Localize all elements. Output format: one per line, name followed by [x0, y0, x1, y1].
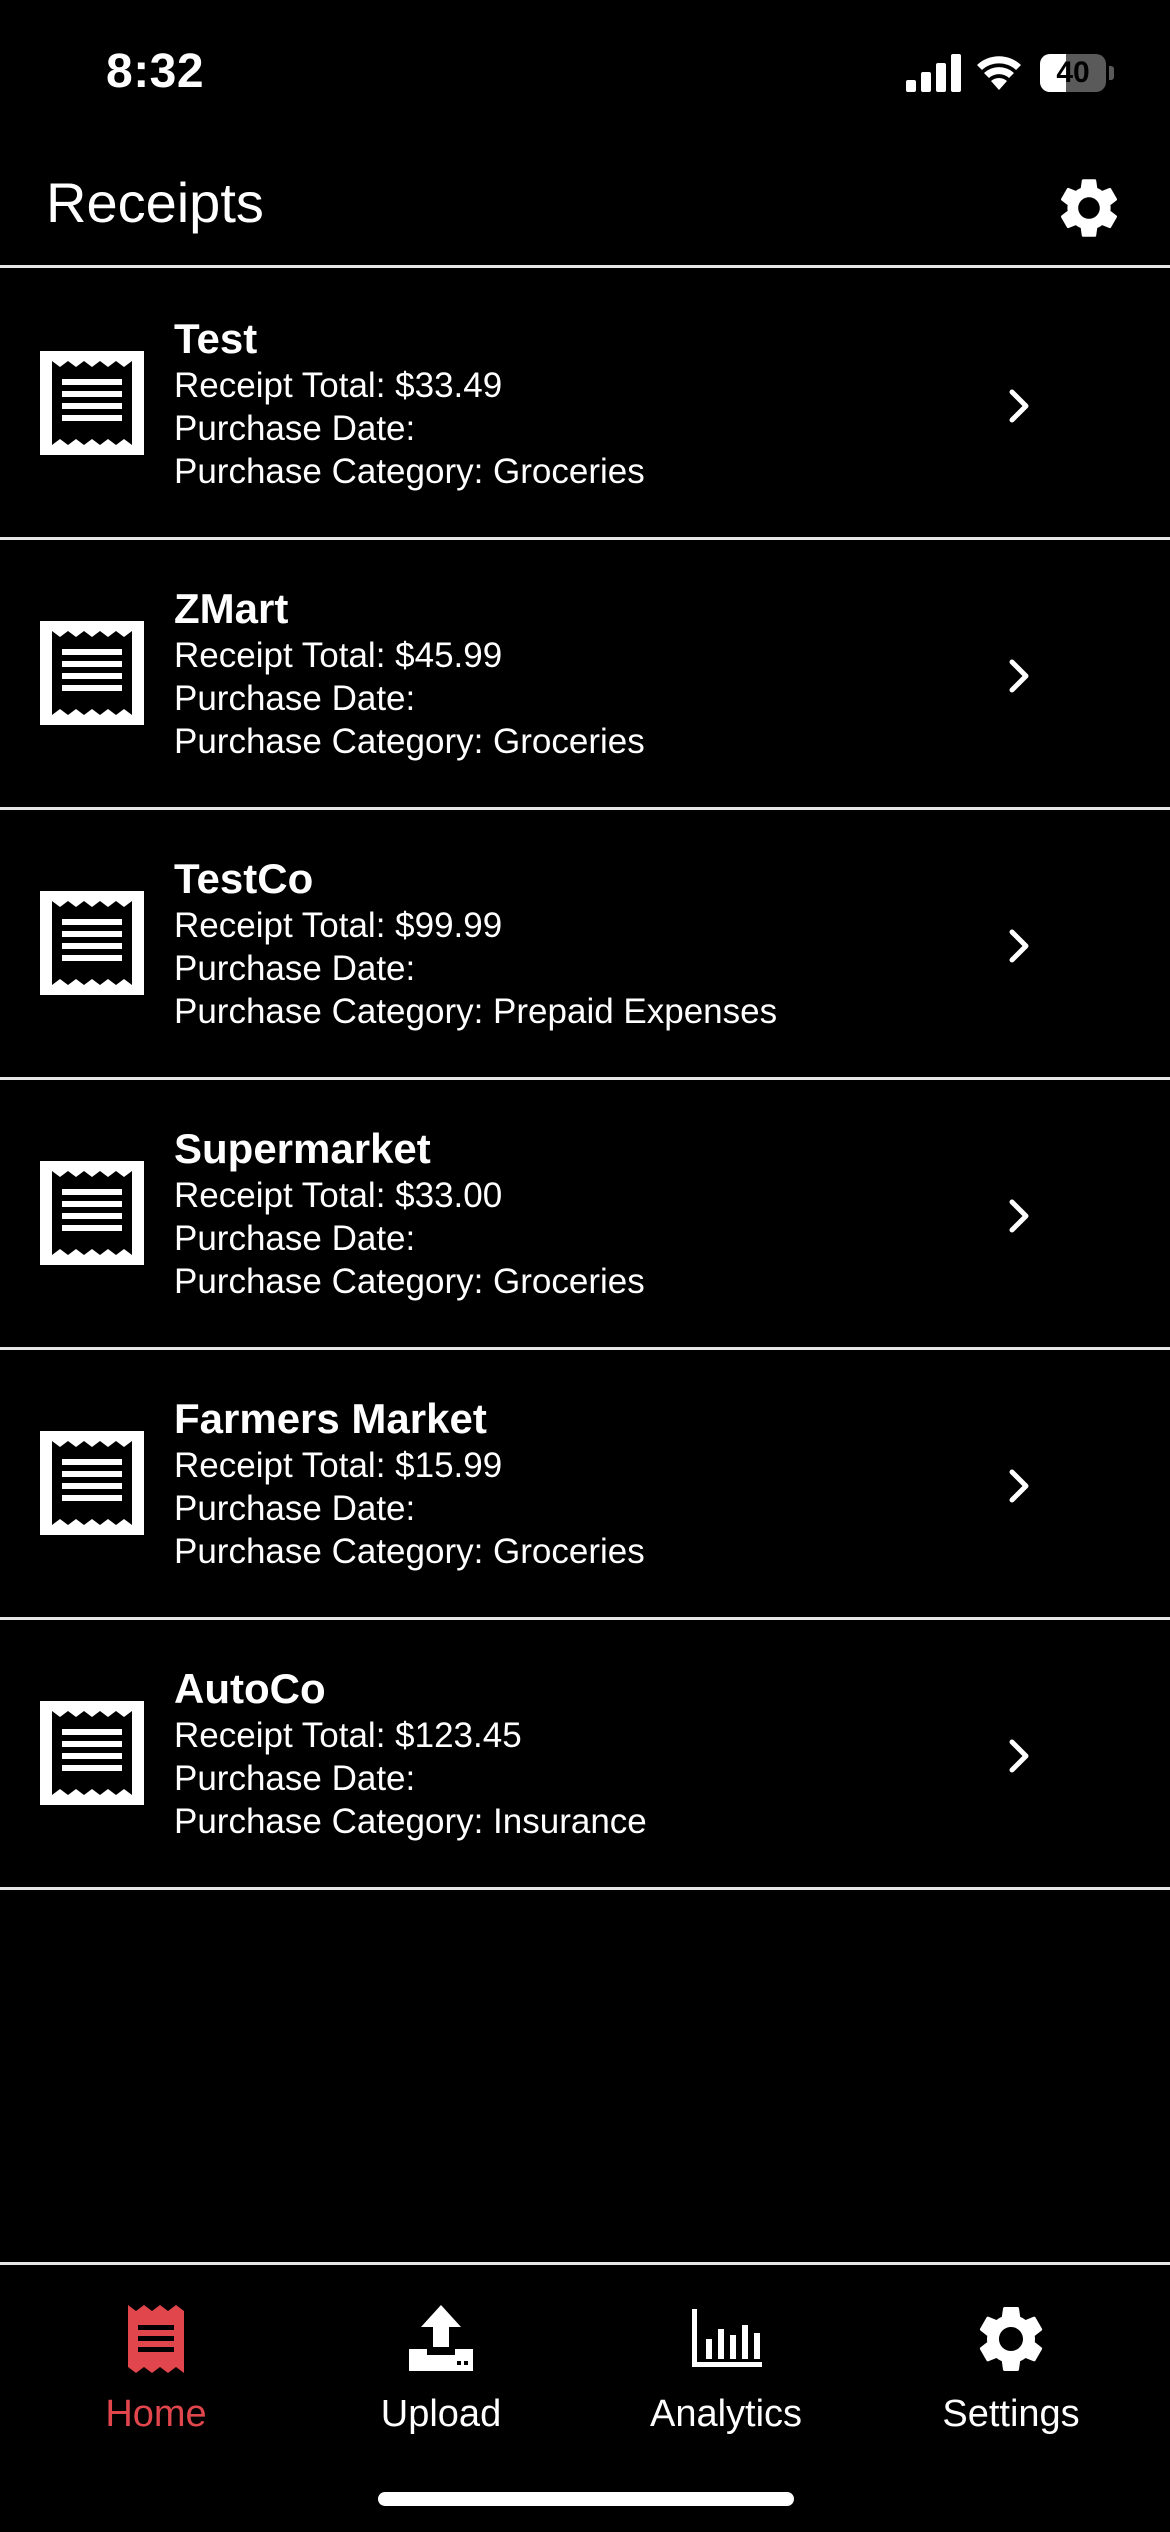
app-screen: 8:32 40 Receipts Test Receipt Total: $33… [0, 0, 1170, 2532]
battery-nub [1109, 66, 1114, 80]
receipt-category: Purchase Category: Groceries [174, 722, 645, 761]
receipt-icon [40, 1161, 144, 1265]
receipt-icon [40, 891, 144, 995]
tab-analytics[interactable]: Analytics [580, 2265, 872, 2465]
chevron-right-icon [1009, 1199, 1029, 1233]
home-indicator [378, 2492, 794, 2506]
receipt-purchase-date: Purchase Date: [174, 1759, 416, 1798]
tab-home[interactable]: Home [10, 2265, 302, 2465]
receipt-category: Purchase Category: Groceries [174, 1262, 645, 1301]
receipt-details: ZMart Receipt Total: $45.99 Purchase Dat… [174, 584, 645, 763]
receipt-list: Test Receipt Total: $33.49 Purchase Date… [0, 270, 1170, 1890]
chevron-right-icon [1009, 389, 1029, 423]
gear-icon[interactable] [1053, 172, 1125, 244]
cellular-signal-icon [906, 54, 961, 92]
battery-body: 40 [1040, 54, 1106, 92]
receipt-merchant-name: Supermarket [174, 1125, 431, 1172]
wifi-icon [977, 56, 1021, 90]
receipt-icon [40, 351, 144, 455]
chevron-right-icon [1009, 929, 1029, 963]
battery-icon: 40 [1040, 54, 1114, 92]
receipt-total: Receipt Total: $33.00 [174, 1176, 503, 1215]
receipt-merchant-name: ZMart [174, 585, 289, 632]
receipt-total: Receipt Total: $99.99 [174, 906, 503, 945]
receipt-row[interactable]: ZMart Receipt Total: $45.99 Purchase Dat… [0, 540, 1170, 810]
receipt-icon [40, 1701, 144, 1805]
bar-chart-icon [692, 2309, 762, 2367]
receipt-purchase-date: Purchase Date: [174, 1489, 416, 1528]
receipt-total: Receipt Total: $45.99 [174, 636, 503, 675]
receipt-purchase-date: Purchase Date: [174, 679, 416, 718]
receipt-icon [40, 621, 144, 725]
receipt-row[interactable]: AutoCo Receipt Total: $123.45 Purchase D… [0, 1620, 1170, 1890]
receipt-total: Receipt Total: $33.49 [174, 366, 503, 405]
receipt-purchase-date: Purchase Date: [174, 409, 416, 448]
chevron-right-icon [1009, 659, 1029, 693]
receipt-row[interactable]: Supermarket Receipt Total: $33.00 Purcha… [0, 1080, 1170, 1350]
battery-percentage: 40 [1056, 56, 1090, 89]
receipt-purchase-date: Purchase Date: [174, 1219, 416, 1258]
page-title: Receipts [46, 171, 264, 234]
tab-upload[interactable]: Upload [295, 2265, 587, 2465]
receipt-details: TestCo Receipt Total: $99.99 Purchase Da… [174, 854, 777, 1033]
receipt-details: Supermarket Receipt Total: $33.00 Purcha… [174, 1124, 645, 1303]
receipt-row[interactable]: Farmers Market Receipt Total: $15.99 Pur… [0, 1350, 1170, 1620]
tab-label: Upload [380, 2393, 502, 2435]
chevron-right-icon [1009, 1739, 1029, 1773]
chevron-right-icon [1009, 1469, 1029, 1503]
receipt-category: Purchase Category: Groceries [174, 1532, 645, 1571]
receipt-category: Purchase Category: Prepaid Expenses [174, 992, 778, 1031]
receipt-merchant-name: AutoCo [174, 1665, 326, 1712]
receipt-row[interactable]: TestCo Receipt Total: $99.99 Purchase Da… [0, 810, 1170, 1080]
receipt-purchase-date: Purchase Date: [174, 949, 416, 988]
receipt-details: Farmers Market Receipt Total: $15.99 Pur… [174, 1394, 645, 1573]
receipt-details: AutoCo Receipt Total: $123.45 Purchase D… [174, 1664, 647, 1843]
receipt-details: Test Receipt Total: $33.49 Purchase Date… [174, 314, 645, 493]
status-bar: 8:32 40 [0, 0, 1170, 140]
receipt-merchant-name: TestCo [174, 855, 314, 902]
tab-label: Home [105, 2393, 207, 2435]
status-time: 8:32 [106, 45, 205, 98]
receipt-total: Receipt Total: $123.45 [174, 1716, 522, 1755]
receipt-merchant-name: Farmers Market [174, 1395, 487, 1442]
receipt-row[interactable]: Test Receipt Total: $33.49 Purchase Date… [0, 270, 1170, 540]
receipt-icon [40, 1431, 144, 1535]
receipt-category: Purchase Category: Insurance [174, 1802, 647, 1841]
tab-settings[interactable]: Settings [865, 2265, 1157, 2465]
upload-icon [409, 2305, 473, 2371]
tab-label: Analytics [649, 2393, 803, 2435]
receipt-merchant-name: Test [174, 315, 258, 362]
gear-icon [979, 2307, 1043, 2371]
tab-label: Settings [942, 2393, 1080, 2435]
receipt-total: Receipt Total: $15.99 [174, 1446, 503, 1485]
receipt-category: Purchase Category: Groceries [174, 452, 645, 491]
navigation-header: Receipts [0, 140, 1170, 268]
receipt-icon [128, 2305, 184, 2373]
